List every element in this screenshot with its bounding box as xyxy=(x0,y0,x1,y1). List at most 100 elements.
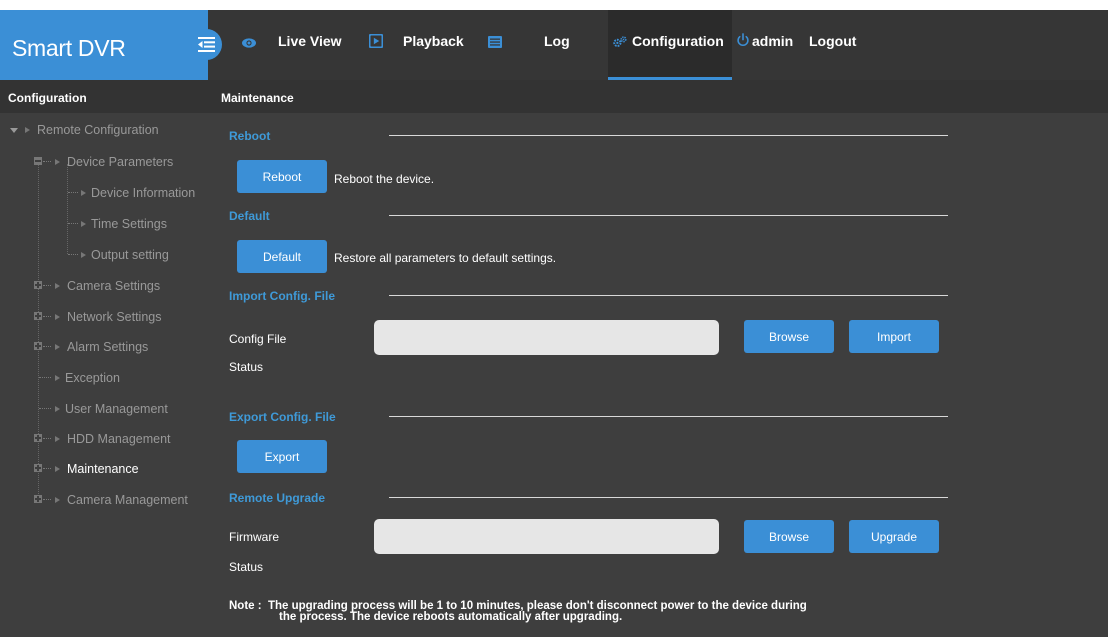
brand-title: Smart DVR xyxy=(12,35,126,61)
tree-arrow-icon xyxy=(55,314,60,320)
expand-box-icon xyxy=(34,434,42,442)
tree-item-label: Network Settings xyxy=(67,310,162,324)
tree-item-alarm-settings[interactable]: Alarm Settings xyxy=(0,340,208,366)
tree-connector xyxy=(68,192,78,193)
tree-item-hdd-management[interactable]: HDD Management xyxy=(0,432,208,458)
default-description: Restore all parameters to default settin… xyxy=(334,251,557,265)
tree-item-device-information[interactable]: Device Information xyxy=(0,186,208,212)
export-button[interactable]: Export xyxy=(237,440,327,473)
nav-log-label: Log xyxy=(544,33,570,49)
config-file-field[interactable] xyxy=(374,320,719,355)
import-status-label: Status xyxy=(229,360,264,374)
section-title-default: Default xyxy=(229,209,270,223)
nav-playback[interactable]: Playback xyxy=(364,10,482,80)
collapse-box-icon xyxy=(34,157,42,165)
upgrade-button[interactable]: Upgrade xyxy=(849,520,939,553)
top-bar: Smart DVR Live View Playback Log Configu… xyxy=(0,10,1108,80)
nav-logout-label: Logout xyxy=(809,33,857,49)
tree-connector xyxy=(39,408,51,409)
tree-connector xyxy=(43,468,51,469)
default-button[interactable]: Default xyxy=(237,240,327,273)
main-panel: Maintenance Reboot Reboot Reboot the dev… xyxy=(208,80,1108,637)
tree-arrow-icon xyxy=(55,159,60,165)
tree-arrow-icon xyxy=(55,497,60,503)
power-icon xyxy=(737,33,749,46)
upgrade-browse-button[interactable]: Browse xyxy=(744,520,834,553)
section-title-export: Export Config. File xyxy=(229,410,336,424)
upgrade-note: Note : The upgrading process will be 1 t… xyxy=(229,600,929,623)
tree-connector xyxy=(43,285,51,286)
list-icon xyxy=(488,36,502,48)
tree-arrow-icon xyxy=(55,375,60,381)
import-button[interactable]: Import xyxy=(849,320,939,353)
tree-arrow-icon xyxy=(81,221,86,227)
menu-toggle-button[interactable] xyxy=(191,29,222,60)
eye-icon xyxy=(242,38,256,48)
tree-item-device-parameters[interactable]: Device Parameters xyxy=(0,155,208,181)
tree-item-label: HDD Management xyxy=(67,432,171,446)
reboot-button[interactable]: Reboot xyxy=(237,160,327,193)
nav-user[interactable]: admin xyxy=(734,10,798,80)
upgrade-note-line-2: the process. The device reboots automati… xyxy=(279,611,623,623)
nav-playback-label: Playback xyxy=(403,33,464,49)
config-file-label: Config File xyxy=(229,332,287,346)
tree-item-time-settings[interactable]: Time Settings xyxy=(0,217,208,243)
tree-item-label: Alarm Settings xyxy=(67,340,149,354)
firmware-label: Firmware xyxy=(229,530,279,544)
tree-arrow-icon xyxy=(55,344,60,350)
tree-arrow-icon xyxy=(25,127,30,133)
upgrade-status-label: Status xyxy=(229,560,264,574)
tree-arrow-icon xyxy=(55,436,60,442)
section-divider xyxy=(389,135,948,136)
import-browse-button[interactable]: Browse xyxy=(744,320,834,353)
expanded-arrow-icon xyxy=(10,128,18,133)
tree-item-network-settings[interactable]: Network Settings xyxy=(0,310,208,336)
firmware-field[interactable] xyxy=(374,519,719,554)
tree-item-remote-configuration[interactable]: Remote Configuration xyxy=(0,123,208,149)
section-title-upgrade: Remote Upgrade xyxy=(229,491,326,505)
section-divider xyxy=(389,416,948,417)
main-header: Maintenance xyxy=(208,80,1108,113)
expand-box-icon xyxy=(34,281,42,289)
tree-connector xyxy=(39,377,51,378)
menu-collapse-icon xyxy=(198,37,215,52)
tree-arrow-icon xyxy=(55,466,60,472)
tree-item-label: User Management xyxy=(65,402,168,416)
expand-box-icon xyxy=(34,495,42,503)
reboot-description: Reboot the device. xyxy=(334,172,435,186)
nav-configuration-label: Configuration xyxy=(632,33,724,49)
tree-item-label: Camera Settings xyxy=(67,279,161,293)
nav-configuration[interactable]: Configuration xyxy=(608,10,732,80)
tree-arrow-icon xyxy=(55,406,60,412)
tree-arrow-icon xyxy=(81,252,86,258)
tree-item-label: Device Parameters xyxy=(67,155,174,169)
tree-item-label: Device Information xyxy=(91,186,196,200)
sidebar: Configuration Remote Configuration Devic… xyxy=(0,80,208,637)
tree-connector xyxy=(68,254,78,255)
tree-arrow-icon xyxy=(81,190,86,196)
tree-item-exception[interactable]: Exception xyxy=(0,371,208,397)
nav-live-view[interactable]: Live View xyxy=(238,10,356,80)
section-divider xyxy=(389,497,948,498)
tree-item-label: Time Settings xyxy=(91,217,167,231)
nav-user-label: admin xyxy=(752,33,794,49)
tree-item-label: Output setting xyxy=(91,248,169,262)
nav-log[interactable]: Log xyxy=(486,10,586,80)
tree-connector xyxy=(43,346,51,347)
tree-item-maintenance[interactable]: Maintenance xyxy=(0,462,208,488)
nav-live-view-label: Live View xyxy=(278,33,342,49)
tree-item-camera-management[interactable]: Camera Management xyxy=(0,493,208,519)
sidebar-header: Configuration xyxy=(0,80,208,113)
tree-connector xyxy=(43,316,51,317)
tree-item-label: Camera Management xyxy=(67,493,188,507)
section-divider xyxy=(389,295,948,296)
tree-item-user-management[interactable]: User Management xyxy=(0,402,208,428)
tree-arrow-icon xyxy=(55,283,60,289)
nav-logout[interactable]: Logout xyxy=(807,10,867,80)
expand-box-icon xyxy=(34,312,42,320)
section-divider xyxy=(389,215,948,216)
tree-item-output-setting[interactable]: Output setting xyxy=(0,248,208,274)
app-root: Smart DVR Live View Playback Log Configu… xyxy=(0,0,1108,637)
expand-box-icon xyxy=(34,342,42,350)
tree-item-camera-settings[interactable]: Camera Settings xyxy=(0,279,208,305)
